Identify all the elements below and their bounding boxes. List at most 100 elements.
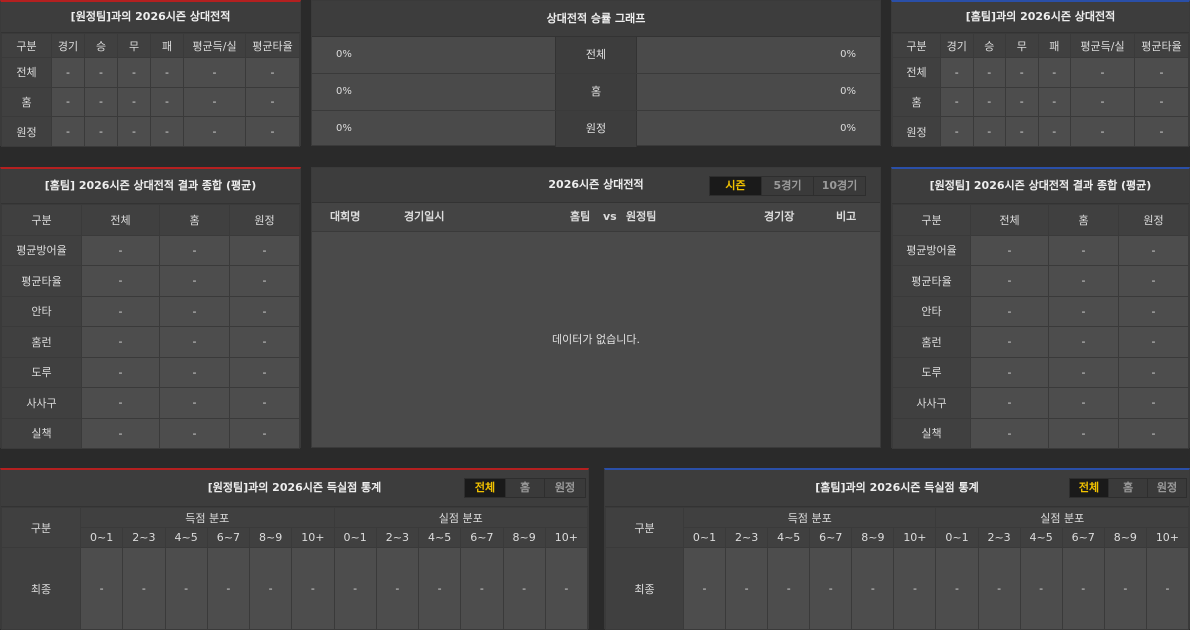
- col-header: 경기: [940, 33, 974, 58]
- table-cell: -: [150, 86, 184, 118]
- tab-away[interactable]: 원정: [544, 479, 585, 497]
- col-header: 원정: [1118, 204, 1189, 236]
- table-cell: -: [159, 295, 230, 327]
- table-cell: -: [972, 86, 1006, 118]
- range-header: 6~7: [809, 527, 853, 548]
- col-vs: vs: [603, 210, 617, 223]
- range-header: 0~1: [935, 527, 979, 548]
- range-header: 8~9: [1103, 527, 1147, 548]
- table-cell: -: [725, 547, 769, 630]
- tab-away[interactable]: 원정: [1147, 479, 1186, 497]
- table-row: 홈 - - - - - -: [892, 86, 1189, 118]
- col-header: 평균득/실: [1070, 33, 1135, 58]
- table-cell: -: [183, 116, 246, 147]
- table-cell: -: [84, 57, 118, 88]
- col-header: 평균타율: [245, 33, 300, 58]
- tab-home[interactable]: 홈: [505, 479, 544, 497]
- col-note: 비고: [836, 210, 857, 223]
- table-cell: -: [229, 387, 300, 419]
- table-cell: -: [970, 326, 1049, 358]
- table-row: 사사구 - - -: [892, 387, 1189, 419]
- tab-all[interactable]: 전체: [465, 479, 505, 497]
- home-score-stats-title: [홈팀]과의 2026시즌 득실점 통계 전체 홈 원정: [605, 470, 1189, 507]
- range-header: 4~5: [164, 527, 208, 548]
- col-stadium: 경기장: [764, 210, 795, 223]
- table-cell: -: [682, 547, 727, 630]
- col-header: 전체: [81, 204, 160, 236]
- table-cell: -: [245, 116, 300, 147]
- col-header: 구분: [892, 33, 941, 58]
- table-cell: -: [1048, 326, 1119, 358]
- col-header: 평균타율: [1134, 33, 1189, 58]
- col-header: 전체: [970, 204, 1049, 236]
- col-header: 구분: [1, 204, 82, 236]
- range-header: 8~9: [502, 527, 546, 548]
- table-cell: -: [1134, 57, 1189, 88]
- home-score-stats-table: 구분 득점 분포 실점 분포 0~1 2~3 4~5 6~7 8~9 10+ 0…: [605, 507, 1190, 630]
- table-cell: -: [977, 547, 1021, 630]
- table-cell: -: [164, 547, 208, 630]
- graph-row-label: 전체: [555, 37, 637, 73]
- col-home-team: 홈팀: [570, 210, 591, 223]
- col-header: 원정: [229, 204, 300, 236]
- table-cell: -: [1048, 265, 1119, 297]
- table-cell: -: [150, 116, 184, 147]
- row-label: 최종: [1, 547, 81, 630]
- range-header: 2~3: [375, 527, 420, 548]
- table-cell: -: [79, 547, 124, 630]
- home-record-table: 구분 경기 승 무 패 평균득/실 평균타율 전체 - - - - - - 홈 …: [892, 33, 1189, 147]
- table-cell: -: [229, 295, 300, 327]
- table-cell: -: [1061, 547, 1105, 630]
- table-cell: -: [460, 547, 504, 630]
- season-table-header: 대회명 경기일시 홈팀 vs 원정팀 경기장 비고: [312, 203, 880, 232]
- table-row: 최종 - - - - - - - - - - - -: [605, 547, 1190, 630]
- table-row: 안타 - - -: [892, 295, 1189, 327]
- table-cell: -: [970, 356, 1049, 388]
- range-header: 10+: [544, 527, 589, 548]
- table-cell: -: [81, 234, 160, 266]
- row-label: 도루: [892, 356, 971, 388]
- table-cell: -: [183, 86, 246, 118]
- col-header: 구분: [892, 204, 971, 236]
- col-header: 패: [1037, 33, 1071, 58]
- table-cell: -: [1070, 57, 1135, 88]
- table-row: 도루 - - -: [892, 356, 1189, 388]
- range-header: 0~1: [682, 527, 727, 548]
- table-row: 전체 - - - - - -: [1, 57, 300, 88]
- row-label: 최종: [605, 547, 684, 630]
- table-cell: -: [1118, 356, 1189, 388]
- away-win-rate: 0%: [336, 123, 352, 134]
- table-cell: -: [1005, 86, 1039, 118]
- conceded-distribution-header: 실점 분포: [333, 507, 588, 528]
- table-cell: -: [183, 57, 246, 88]
- range-header: 4~5: [417, 527, 462, 548]
- tab-5-games[interactable]: 5경기: [761, 177, 813, 195]
- table-cell: -: [940, 86, 974, 118]
- row-label: 실책: [892, 417, 971, 449]
- table-cell: -: [159, 387, 230, 419]
- range-header: 2~3: [122, 527, 166, 548]
- table-row: 안타 - - -: [1, 295, 300, 327]
- season-record-title: 2026시즌 상대전적 시즌 5경기 10경기: [312, 168, 880, 203]
- tab-10-games[interactable]: 10경기: [813, 177, 865, 195]
- table-cell: -: [150, 57, 184, 88]
- table-row: 실책 - - -: [892, 417, 1189, 449]
- table-cell: -: [972, 57, 1006, 88]
- table-cell: -: [970, 417, 1049, 449]
- range-header: 6~7: [460, 527, 504, 548]
- table-cell: -: [1118, 295, 1189, 327]
- away-win-rate: 0%: [336, 49, 352, 60]
- tab-season[interactable]: 시즌: [710, 177, 761, 195]
- table-row: 실책 - - -: [1, 417, 300, 449]
- table-cell: -: [81, 387, 160, 419]
- tab-home[interactable]: 홈: [1108, 479, 1147, 497]
- tab-all[interactable]: 전체: [1070, 479, 1108, 497]
- table-cell: -: [1070, 86, 1135, 118]
- table-cell: -: [1037, 116, 1071, 147]
- col-league: 대회명: [330, 210, 361, 223]
- table-cell: -: [970, 387, 1049, 419]
- row-label: 실책: [1, 417, 82, 449]
- graph-row: 0% 원정 0%: [312, 111, 880, 147]
- range-header: 8~9: [248, 527, 293, 548]
- table-cell: -: [51, 86, 85, 118]
